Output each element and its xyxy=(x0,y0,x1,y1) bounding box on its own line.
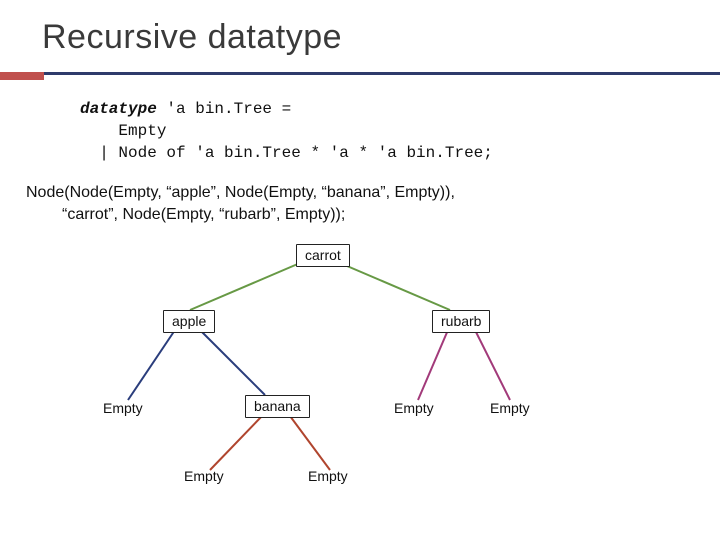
datatype-definition: datatype 'a bin.Tree = Empty | Node of '… xyxy=(80,98,493,164)
datatype-line2: Empty xyxy=(80,122,166,140)
edge-apple-banana xyxy=(200,330,265,395)
tree-leaf-rubarb-right: Empty xyxy=(490,400,530,416)
tree-node-apple: apple xyxy=(163,310,215,333)
code-expression: Node(Node(Empty, “apple”, Node(Empty, “b… xyxy=(26,182,455,226)
slide-title: Recursive datatype xyxy=(42,18,342,57)
code-line2: “carrot”, Node(Empty, “rubarb”, Empty)); xyxy=(26,204,455,226)
accent-bar xyxy=(0,72,44,80)
title-underline xyxy=(0,72,720,82)
datatype-line1-rest: 'a bin.Tree = xyxy=(157,100,291,118)
code-line1: Node(Node(Empty, “apple”, Node(Empty, “b… xyxy=(26,184,455,201)
edge-banana-empty-left xyxy=(210,416,262,470)
edge-apple-empty xyxy=(128,330,175,400)
tree-node-banana: banana xyxy=(245,395,310,418)
edge-banana-empty-right xyxy=(290,416,330,470)
tree-node-rubarb: rubarb xyxy=(432,310,490,333)
tree-leaf-banana-left: Empty xyxy=(184,468,224,484)
tree-leaf-rubarb-left: Empty xyxy=(394,400,434,416)
edge-rubarb-empty-left xyxy=(418,330,448,400)
tree-leaf-banana-right: Empty xyxy=(308,468,348,484)
underline-bar xyxy=(44,72,720,75)
edge-rubarb-empty-right xyxy=(475,330,510,400)
datatype-line3: | Node of 'a bin.Tree * 'a * 'a bin.Tree… xyxy=(80,144,493,162)
tree-leaf-apple-left: Empty xyxy=(103,400,143,416)
tree-node-carrot: carrot xyxy=(296,244,350,267)
keyword-datatype: datatype xyxy=(80,100,157,118)
edge-carrot-apple xyxy=(190,263,300,310)
edge-carrot-rubarb xyxy=(340,263,450,310)
